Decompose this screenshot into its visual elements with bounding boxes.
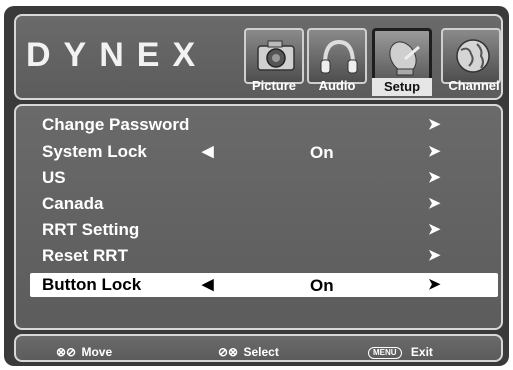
right-arrow-icon[interactable]: ➤ [428,142,441,160]
hint-exit: MENU Exit [368,345,433,359]
menu-item-label: US [42,168,66,187]
menu-item-label: Button Lock [42,275,142,294]
hint-exit-label: Exit [410,345,433,359]
satellite-dish-icon [372,28,432,84]
menu-item-reset-rrt[interactable]: Reset RRT ➤ [30,244,498,268]
right-arrow-icon[interactable]: ➤ [428,275,441,293]
menu-item-system-lock[interactable]: System Lock ◀ On ➤ [30,140,498,164]
up-down-arrows-icon: ⊗⊘ [56,345,77,359]
right-arrow-icon: ➤ [428,116,441,133]
tab-picture-label: Picture [251,78,297,93]
right-arrow-icon: ➤ [428,247,441,264]
right-arrow-icon: ➤ [428,221,441,238]
tab-audio-label: Audio [318,78,356,93]
menu-item-label: System Lock [42,142,147,161]
menu-item-canada[interactable]: Canada ➤ [30,192,498,216]
menu-item-rrt-setting[interactable]: RRT Setting ➤ [30,218,498,242]
left-arrow-icon[interactable]: ◀ [202,275,214,293]
menu-item-label: RRT Setting [42,220,140,239]
hint-select-label: Select [243,345,279,359]
menu-item-label: Reset RRT [42,246,128,265]
hint-move-label: Move [81,345,113,359]
camera-icon [244,28,304,84]
menu-key-icon: MENU [368,347,402,359]
system-lock-value: On [310,143,334,162]
hint-select: ⊘⊗ Select [218,345,279,359]
tab-picture[interactable]: Picture [244,28,304,96]
headphones-icon [307,28,367,84]
tab-channel-label: Channel [448,78,500,93]
tab-channel[interactable]: Channel [441,28,501,96]
left-arrow-icon[interactable]: ◀ [202,142,214,160]
button-lock-value: On [310,276,334,295]
menu-item-button-lock[interactable]: Button Lock ◀ On ➤ [30,273,498,297]
tab-audio[interactable]: Audio [307,28,367,96]
hint-move: ⊗⊘ Move [56,345,112,359]
menu-item-change-password[interactable]: Change Password ➤ [30,113,498,137]
menu-item-label: Change Password [42,115,190,134]
menu-item-us[interactable]: US ➤ [30,166,498,190]
globe-icon [441,28,501,84]
left-right-arrows-icon: ⊘⊗ [218,345,239,359]
right-arrow-icon: ➤ [428,195,441,212]
tab-setup[interactable]: Setup [372,28,432,96]
right-arrow-icon: ➤ [428,169,441,186]
menu-item-label: Canada [42,194,104,213]
tab-setup-label: Setup [372,78,432,96]
dynex-logo: DYNEX [26,36,209,74]
